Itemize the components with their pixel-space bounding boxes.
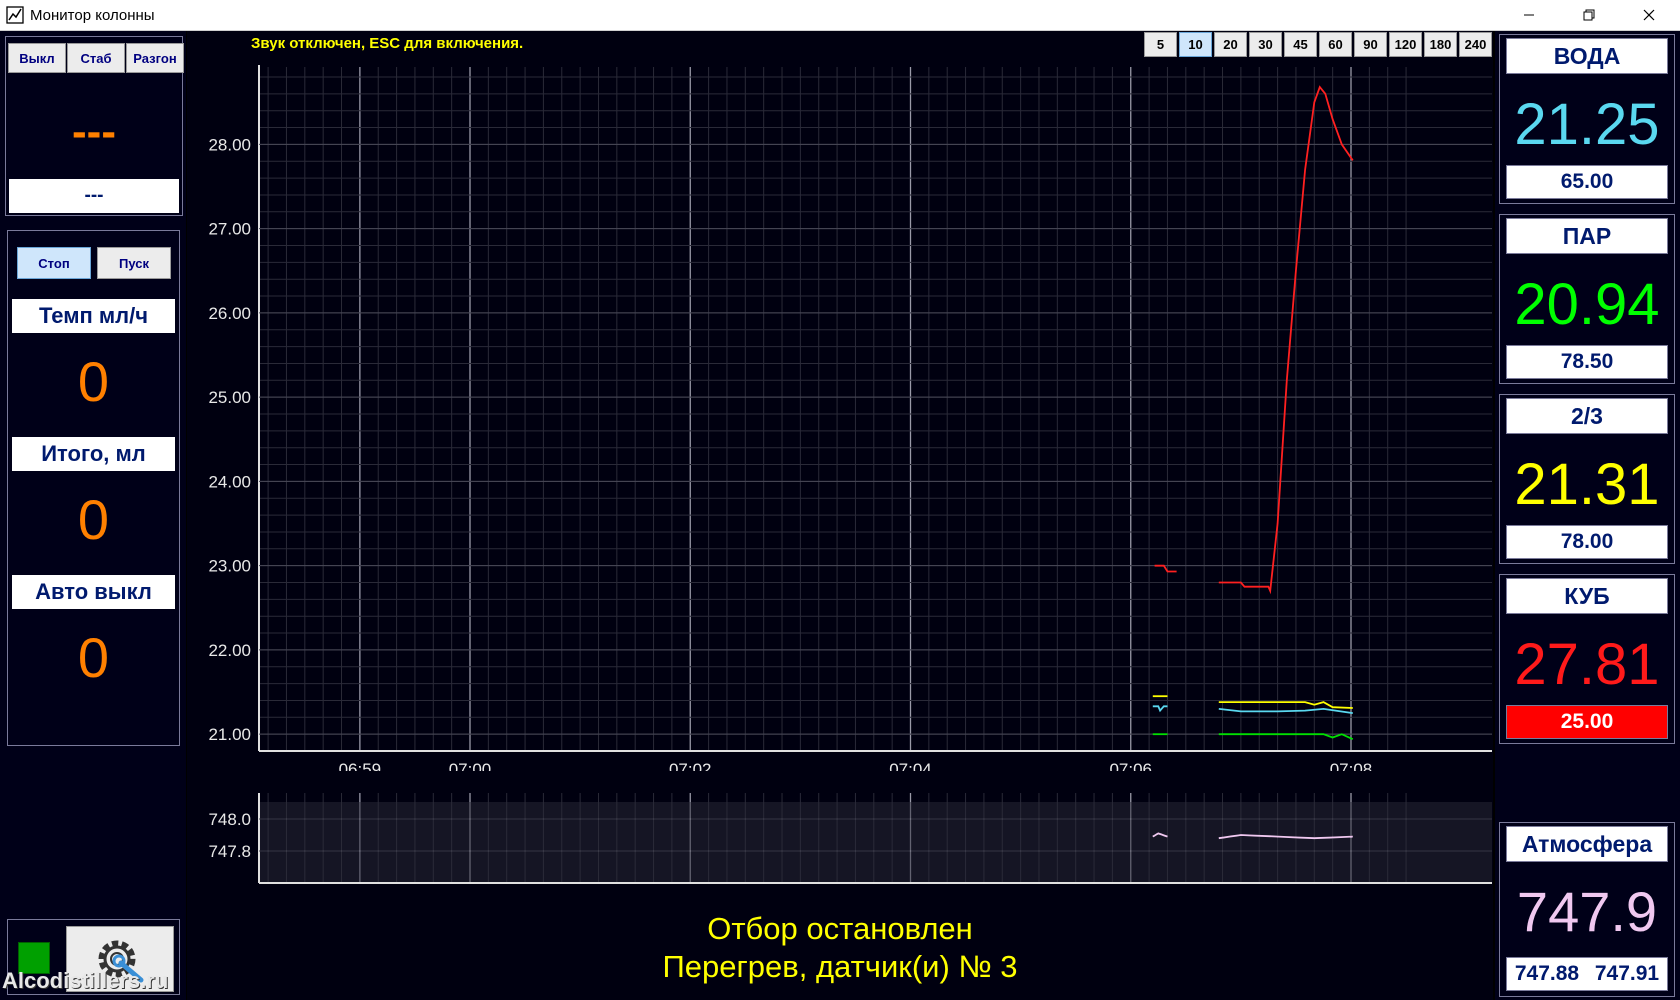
mode-off-button[interactable]: Выкл [8, 43, 66, 73]
x-tick-label: 07:02 [669, 760, 712, 771]
sensor-two-thirds-value: 21.31 [1514, 452, 1660, 517]
total-value: 0 [77, 488, 110, 551]
atmosphere-max: 747.91 [1594, 962, 1660, 985]
sensor-cube-name: КУБ [1506, 578, 1668, 614]
sensor-atmosphere: Атмосфера 747.9 747.88 747.91 [1499, 822, 1675, 997]
atmosphere-min: 747.88 [1514, 962, 1580, 985]
sensor-water-name: ВОДА [1506, 38, 1668, 74]
temp-series-0-segment-0 [1154, 564, 1177, 573]
temp-y-tick: 27.00 [208, 220, 251, 239]
x-tick-label: 07:06 [1109, 760, 1152, 771]
close-icon [1643, 9, 1655, 21]
rate-label: Темп мл/ч [12, 299, 175, 333]
sensor-two-thirds: 2/3 21.31 78.00 [1499, 394, 1675, 564]
mode-sub-value: --- [9, 179, 179, 213]
minimize-icon [1524, 14, 1534, 16]
sensor-two-thirds-name: 2/3 [1506, 398, 1668, 434]
total-label: Итого, мл [12, 437, 175, 471]
pressure-y-tick: 748.0 [208, 810, 251, 829]
sensor-water-setpoint: 65.00 [1506, 165, 1668, 199]
status-line-2: Перегрев, датчик(и) № 3 [662, 949, 1018, 984]
sensor-water-value: 21.25 [1514, 92, 1660, 157]
temp-series-2-segment-0 [1152, 705, 1168, 713]
x-tick-label: 07:00 [449, 760, 492, 771]
window-title: Монитор колонны [30, 6, 155, 24]
mode-box: Выкл Стаб Разгон --- --- [5, 36, 184, 216]
chart-area: Звук отключен, ESC для включения. 5 10 20 3… [187, 31, 1493, 1000]
sensor-cube: КУБ 27.81 25.00 [1499, 574, 1675, 744]
sensor-two-thirds-setpoint: 78.00 [1506, 525, 1668, 559]
temp-y-tick: 23.00 [208, 557, 251, 576]
pressure-chart: 748.0 747.8 [208, 793, 1492, 884]
app-chart-icon [6, 6, 24, 24]
minimize-button[interactable] [1506, 0, 1552, 30]
sensor-steam: ПАР 20.94 78.50 [1499, 214, 1675, 384]
x-tick-label: 07:08 [1330, 760, 1373, 771]
start-button[interactable]: Пуск [97, 247, 171, 279]
x-tick-label: 07:04 [889, 760, 932, 771]
temp-y-tick: 21.00 [208, 725, 251, 744]
stop-button[interactable]: Стоп [17, 247, 91, 279]
sensor-cube-setpoint: 25.00 [1506, 705, 1668, 739]
right-panel: ВОДА 21.25 65.00 ПАР 20.94 78.50 2/3 21.… [1495, 31, 1680, 1000]
pressure-y-tick: 747.8 [208, 842, 251, 861]
temp-y-tick: 26.00 [208, 304, 251, 323]
left-panel: Выкл Стаб Разгон --- --- Стоп Пуск Темп … [0, 31, 186, 1000]
mode-value: --- [72, 107, 116, 156]
mode-stab-button[interactable]: Стаб [67, 43, 125, 73]
atmosphere-value: 747.9 [1516, 880, 1658, 943]
atmosphere-range: 747.88 747.91 [1506, 957, 1668, 991]
watermark: Alcodistillers.ru [2, 968, 169, 993]
auto-off-value: 0 [77, 626, 110, 689]
title-bar: Монитор колонны [0, 0, 1680, 31]
temp-grid [259, 67, 1492, 752]
x-tick-label: 06:59 [339, 760, 382, 771]
sensor-steam-name: ПАР [1506, 218, 1668, 254]
temp-y-tick: 25.00 [208, 388, 251, 407]
sensor-steam-setpoint: 78.50 [1506, 345, 1668, 379]
sensor-water: ВОДА 21.25 65.00 [1499, 34, 1675, 204]
status-line-1: Отбор остановлен [707, 911, 973, 946]
temperature-chart: 21.00 22.00 23.00 24.00 25.00 26.00 27.00 28.00… [208, 65, 1492, 771]
collection-box: Стоп Пуск Темп мл/ч 0 Итого, мл 0 Авто в… [7, 230, 180, 746]
temp-y-tick: 24.00 [208, 472, 251, 491]
atmosphere-name: Атмосфера [1506, 826, 1668, 862]
sensor-cube-value: 27.81 [1514, 632, 1660, 697]
mode-boost-button[interactable]: Разгон [126, 43, 184, 73]
restore-icon [1583, 9, 1595, 21]
restore-button[interactable] [1566, 0, 1612, 30]
close-button[interactable] [1626, 0, 1672, 30]
rate-value: 0 [77, 350, 110, 413]
auto-off-label: Авто выкл [12, 575, 175, 609]
sensor-steam-value: 20.94 [1514, 272, 1660, 337]
temp-y-tick: 28.00 [208, 135, 251, 154]
temp-y-tick: 22.00 [208, 641, 251, 660]
